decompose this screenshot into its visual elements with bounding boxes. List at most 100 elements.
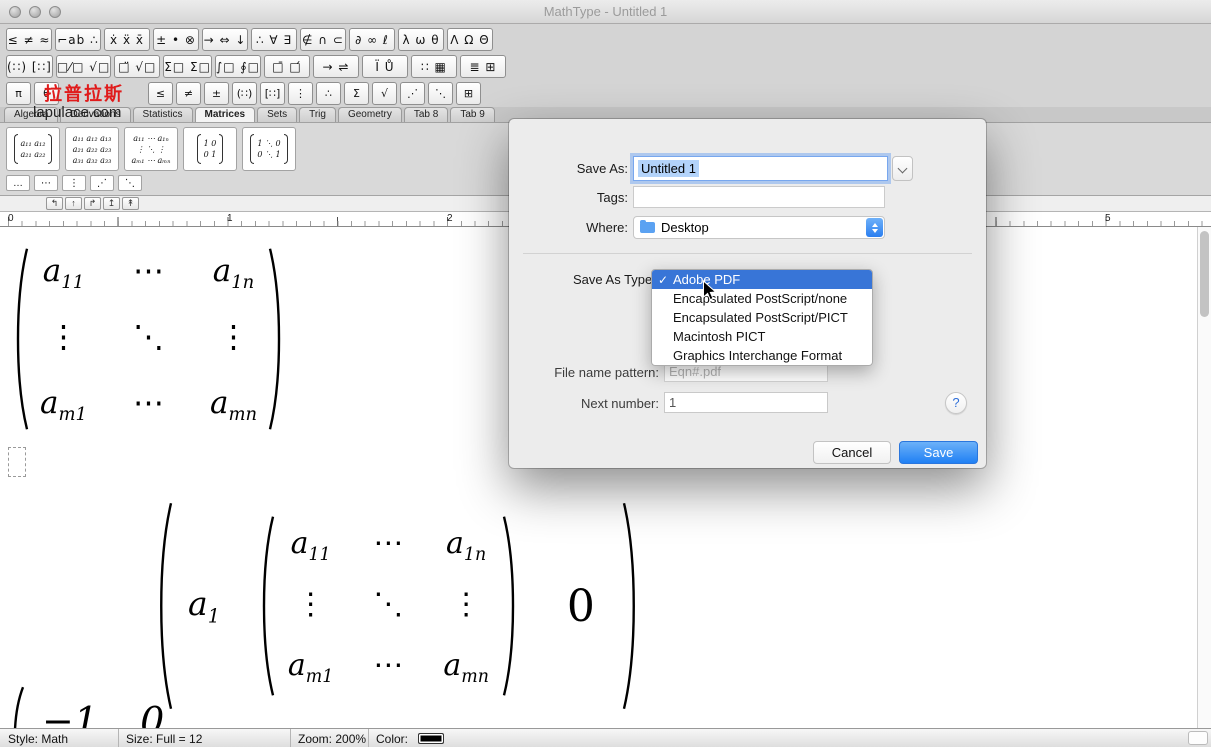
plus-minus-button[interactable]: ±: [204, 82, 229, 105]
matrix-cell: a11: [43, 253, 84, 293]
zero-term: 0: [567, 581, 595, 632]
matrix-template-mxn[interactable]: a₁₁ ⋯ a₁ₙ ⋮ ⋱ ⋮ aₘ₁ ⋯ aₘₙ: [124, 127, 178, 171]
check-icon: ✓: [658, 273, 673, 287]
matrix-templates-button[interactable]: ∷ ▦: [411, 55, 457, 78]
watermark-chinese: 拉普拉斯: [44, 80, 124, 106]
tab-stop-right-button[interactable]: ↱: [84, 197, 101, 210]
scrollbar-thumb[interactable]: [1200, 231, 1209, 317]
tags-label: Tags:: [509, 190, 628, 205]
save-type-menu: ✓ Adobe PDF Encapsulated PostScript/none…: [651, 269, 873, 366]
equation-expression[interactable]: a1 a11 ⋯ a1n ⋮ ⋱ ⋮ am1 ⋯ amn 0: [150, 499, 645, 713]
palette-misc-button[interactable]: ∂ ∞ ℓ: [349, 28, 395, 51]
menu-item-eps-none[interactable]: Encapsulated PostScript/none: [652, 289, 872, 308]
ellipsis-template[interactable]: …: [6, 175, 30, 191]
sum-templates-button[interactable]: Σ□ Σ□: [163, 55, 212, 78]
tab-matrices[interactable]: Matrices: [195, 107, 256, 122]
zoom-button[interactable]: [49, 6, 61, 18]
palette-set-theory-button[interactable]: ∉ ∩ ⊂: [300, 28, 346, 51]
bracket-template-button[interactable]: [∷]: [260, 82, 285, 105]
title-bar: MathType - Untitled 1: [0, 0, 1211, 24]
sigma-button[interactable]: Σ: [344, 82, 369, 105]
palette-greek-upper-button[interactable]: Λ Ω Θ: [447, 28, 493, 51]
palette-logic-button[interactable]: ∴ ∀ ∃: [251, 28, 297, 51]
close-button[interactable]: [9, 6, 21, 18]
vdots-template[interactable]: ⋮: [62, 175, 86, 191]
save-as-input[interactable]: Untitled 1: [633, 156, 888, 181]
therefore-button[interactable]: ∴: [316, 82, 341, 105]
palette-greek-lower-button[interactable]: λ ω θ: [398, 28, 444, 51]
leq-button[interactable]: ≤: [148, 82, 173, 105]
ddots-template[interactable]: ⋱: [118, 175, 142, 191]
diagonal-template[interactable]: 1 ⋱ 0 0 ⋱ 1: [242, 127, 296, 171]
cdots-template[interactable]: ⋯: [34, 175, 58, 191]
matrix-cell: ⋯: [373, 648, 403, 687]
palette-embellishments-button[interactable]: ẋ ẍ x̄: [104, 28, 150, 51]
right-paren-icon: [284, 134, 288, 164]
menu-item-adobe-pdf[interactable]: ✓ Adobe PDF: [652, 270, 872, 289]
tab-8[interactable]: Tab 8: [404, 107, 448, 122]
tab-stop-decimal-button[interactable]: ↥: [103, 197, 120, 210]
tab-9[interactable]: Tab 9: [450, 107, 494, 122]
save-button[interactable]: Save: [899, 441, 978, 464]
fence-templates-button[interactable]: (∷) [∷]: [6, 55, 53, 78]
tab-stop-center-button[interactable]: ↑: [65, 197, 82, 210]
fraction-radical-templates-button[interactable]: □⁄□ √□: [56, 55, 111, 78]
matrix-cell: am1: [288, 648, 333, 687]
zoom-indicator: Zoom: 200%: [298, 732, 366, 746]
vertical-scrollbar[interactable]: [1197, 227, 1211, 728]
labeled-arrow-templates-button[interactable]: → ⇌: [313, 55, 359, 78]
integral-templates-button[interactable]: ∫□ ∮□: [215, 55, 261, 78]
paren-template-button[interactable]: (∷): [232, 82, 257, 105]
matrix-cell: am1: [40, 385, 87, 425]
pi-button[interactable]: π: [6, 82, 31, 105]
expand-dialog-button[interactable]: [892, 156, 913, 181]
neq-button[interactable]: ≠: [176, 82, 201, 105]
tab-trig[interactable]: Trig: [299, 107, 336, 122]
menu-item-gif[interactable]: Graphics Interchange Format: [652, 346, 872, 365]
where-select[interactable]: Desktop: [633, 216, 885, 239]
tags-input[interactable]: [633, 186, 885, 208]
matrix-cell: amn: [443, 648, 489, 687]
script-templates-button[interactable]: □̈ √□: [114, 55, 160, 78]
empty-slot-selection[interactable]: [8, 447, 26, 477]
cancel-button[interactable]: Cancel: [813, 441, 891, 464]
ddots-button[interactable]: ⋱: [428, 82, 453, 105]
boxed-plus-button[interactable]: ⊞: [456, 82, 481, 105]
palette-operators-button[interactable]: ± • ⊗: [153, 28, 199, 51]
clipped-equation[interactable]: −1 0: [6, 685, 164, 728]
palette-arrows-button[interactable]: → ⇔ ↓: [202, 28, 248, 51]
tab-stop-left-button[interactable]: ↰: [46, 197, 63, 210]
product-templates-button[interactable]: Ï Ů: [362, 55, 408, 78]
color-swatch[interactable]: [418, 733, 444, 744]
underbar-overbar-templates-button[interactable]: □̄ □́: [264, 55, 310, 78]
palette-spaces-button[interactable]: ⌐ab ∴: [55, 28, 101, 51]
updots-button[interactable]: ⋰: [400, 82, 425, 105]
menu-item-macintosh-pict[interactable]: Macintosh PICT: [652, 327, 872, 346]
help-button[interactable]: ?: [945, 392, 967, 414]
palette-relational-button[interactable]: ≤ ≠ ≈: [6, 28, 52, 51]
vdots-button[interactable]: ⋮: [288, 82, 313, 105]
size-indicator: Size: Full = 12: [126, 732, 202, 746]
box-templates-button[interactable]: ≣ ⊞: [460, 55, 506, 78]
minimize-button[interactable]: [29, 6, 41, 18]
matrix-template-3x3[interactable]: a₁₁ a₁₂ a₁₃ a₂₁ a₂₂ a₂₃ a₃₁ a₃₂ a₃₃: [65, 127, 119, 171]
resize-grip[interactable]: [1188, 731, 1208, 745]
tab-stop-bar-button[interactable]: ↟: [122, 197, 139, 210]
tab-sets[interactable]: Sets: [257, 107, 297, 122]
matrix-row-partial: −1 0: [42, 699, 164, 728]
tab-statistics[interactable]: Statistics: [133, 107, 193, 122]
matrix-cell: ⋮: [296, 587, 326, 626]
next-number-input[interactable]: [664, 392, 828, 413]
menu-item-eps-pict[interactable]: Encapsulated PostScript/PICT: [652, 308, 872, 327]
template-preview: a₁₁ a₁₂ a₂₁ a₂₂: [21, 138, 46, 160]
left-paren-icon: [254, 513, 278, 699]
updots-template[interactable]: ⋰: [90, 175, 114, 191]
left-paren-icon: [6, 685, 28, 728]
save-as-type-label: Save As Type: [573, 272, 652, 287]
left-paren-icon: [197, 134, 201, 164]
identity-template[interactable]: 1 0 0 1: [183, 127, 237, 171]
equation-matrix[interactable]: a11 ⋯ a1n ⋮ ⋱ ⋮ am1 ⋯ amn: [8, 245, 289, 433]
tab-geometry[interactable]: Geometry: [338, 107, 402, 122]
matrix-template-2x2[interactable]: a₁₁ a₁₂ a₂₁ a₂₂: [6, 127, 60, 171]
sqrt-button[interactable]: √: [372, 82, 397, 105]
